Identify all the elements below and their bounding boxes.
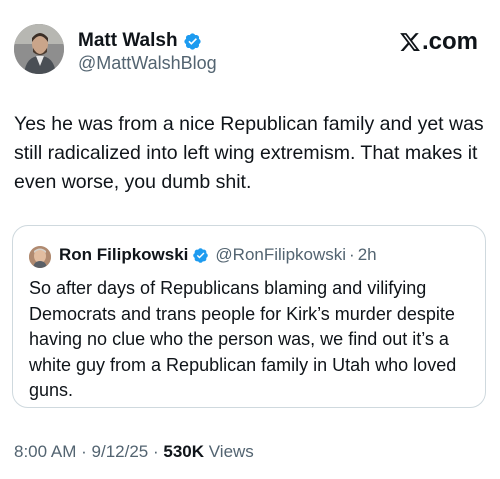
quote-separator: · (349, 245, 355, 264)
quote-author-handle[interactable]: @RonFilipkowski (215, 245, 346, 265)
author-avatar-image (14, 24, 64, 74)
quote-timestamp[interactable]: 2h (358, 245, 377, 265)
author-name-text: Matt Walsh (78, 30, 178, 51)
quote-avatar-image (29, 246, 51, 268)
post-metadata: 8:00 AM · 9/12/25 · 530K Views (14, 442, 254, 462)
quote-header: Ron Filipkowski @RonFilipkowski · 2h (59, 245, 377, 265)
brand-logo[interactable]: .com (399, 28, 478, 56)
brand-suffix: .com (421, 28, 478, 55)
meta-separator: · (152, 442, 159, 461)
author-name[interactable]: Matt Walsh (78, 30, 202, 52)
x-logo-icon (400, 33, 420, 51)
views-count[interactable]: 530K (163, 442, 204, 461)
author-handle[interactable]: @MattWalshBlog (78, 53, 217, 74)
post-time[interactable]: 8:00 AM (14, 442, 76, 461)
quote-text: So after days of Republicans blaming and… (29, 278, 457, 400)
verified-badge-icon (183, 32, 201, 50)
meta-separator: · (81, 442, 87, 461)
quote-author-avatar[interactable] (29, 246, 51, 268)
views-label: Views (208, 442, 254, 461)
quoted-post[interactable]: Ron Filipkowski @RonFilipkowski · 2h So … (12, 225, 486, 408)
author-avatar[interactable] (14, 24, 64, 74)
post-date[interactable]: 9/12/25 (92, 442, 149, 461)
quote-author-name[interactable]: Ron Filipkowski (59, 245, 188, 265)
quote-verified-badge-icon (193, 247, 209, 263)
post-text: Yes he was from a nice Republican family… (14, 113, 484, 193)
